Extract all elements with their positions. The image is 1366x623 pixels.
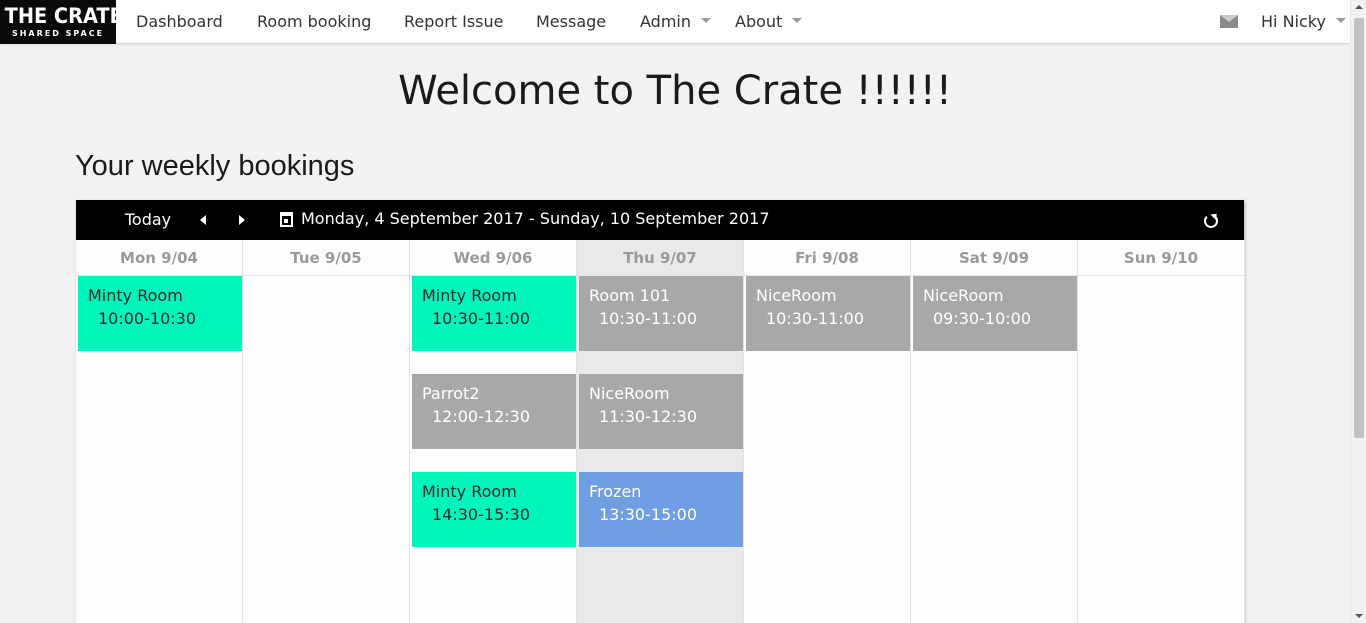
booking-event[interactable]: Frozen 13:30-15:00 (579, 472, 743, 547)
booking-room: NiceRoom (589, 384, 670, 403)
day-column-tue-9-05[interactable]: Tue 9/05 (243, 240, 410, 623)
booking-event[interactable]: NiceRoom 10:30-11:00 (746, 276, 910, 351)
scrollbar-thumb[interactable] (1354, 18, 1364, 438)
day-header: Fri 9/08 (744, 240, 910, 276)
user-menu-dropdown[interactable]: Hi Nicky (1261, 0, 1346, 44)
nav-report-issue[interactable]: Report Issue (404, 0, 504, 44)
date-range-label[interactable]: Monday, 4 September 2017 - Sunday, 10 Se… (301, 200, 770, 240)
nav-admin-dropdown[interactable]: Admin (640, 0, 711, 44)
booking-time: 12:00-12:30 (432, 407, 530, 426)
user-greeting: Hi Nicky (1261, 12, 1326, 31)
logo-subtitle: SHARED SPACE (11, 29, 105, 38)
booking-time: 11:30-12:30 (599, 407, 697, 426)
day-header: Sat 9/09 (911, 240, 1077, 276)
day-column-fri-9-08[interactable]: Fri 9/08 NiceRoom 10:30-11:00 (744, 240, 911, 623)
scroll-down-icon[interactable] (1355, 614, 1363, 618)
booking-event[interactable]: Minty Room 10:00-10:30 (78, 276, 242, 351)
booking-event[interactable]: NiceRoom 09:30-10:00 (913, 276, 1077, 351)
nav-dashboard[interactable]: Dashboard (136, 0, 223, 44)
booking-room: Minty Room (88, 286, 183, 305)
top-navbar: THE CRATE SHARED SPACE Dashboard Room bo… (0, 0, 1350, 44)
welcome-heading: Welcome to The Crate !!!!!! (398, 68, 952, 114)
nav-about-label: About (735, 12, 783, 31)
nav-about-dropdown[interactable]: About (735, 0, 803, 44)
day-column-wed-9-06[interactable]: Wed 9/06 Minty Room 10:30-11:00 Parrot2 12:0… (410, 240, 577, 623)
chevron-down-icon (701, 18, 711, 23)
day-header: Sun 9/10 (1078, 240, 1244, 276)
calendar-toolbar: Today Monday, 4 September 2017 - Sunday,… (76, 200, 1244, 240)
booking-room: NiceRoom (923, 286, 1004, 305)
booking-room: Room 101 (589, 286, 671, 305)
weekly-calendar: Today Monday, 4 September 2017 - Sunday,… (76, 200, 1245, 623)
booking-time: 10:30-11:00 (599, 309, 697, 328)
booking-event[interactable]: Minty Room 10:30-11:00 (412, 276, 576, 351)
booking-time: 10:00-10:30 (98, 309, 196, 328)
day-header: Mon 9/04 (76, 240, 242, 276)
next-week-icon[interactable] (239, 215, 245, 225)
booking-time: 10:30-11:00 (432, 309, 530, 328)
previous-week-icon[interactable] (200, 215, 206, 225)
day-column-sun-9-10[interactable]: Sun 9/10 (1078, 240, 1245, 623)
booking-time: 09:30-10:00 (933, 309, 1031, 328)
booking-room: Minty Room (422, 286, 517, 305)
booking-room: Frozen (589, 482, 642, 501)
envelope-icon[interactable] (1220, 15, 1238, 28)
booking-event[interactable]: NiceRoom 11:30-12:30 (579, 374, 743, 449)
day-column-thu-9-07[interactable]: Thu 9/07 Room 101 10:30-11:00 NiceRoom 11:30… (577, 240, 744, 623)
booking-event[interactable]: Minty Room 14:30-15:30 (412, 472, 576, 547)
today-button[interactable]: Today (116, 200, 180, 240)
booking-time: 14:30-15:30 (432, 505, 530, 524)
nav-room-booking[interactable]: Room booking (257, 0, 371, 44)
booking-room: Parrot2 (422, 384, 480, 403)
day-header: Wed 9/06 (410, 240, 576, 276)
booking-room: NiceRoom (756, 286, 837, 305)
booking-event[interactable]: Parrot2 12:00-12:30 (412, 374, 576, 449)
weekly-bookings-title: Your weekly bookings (75, 150, 355, 182)
day-column-sat-9-09[interactable]: Sat 9/09 NiceRoom 09:30-10:00 (911, 240, 1078, 623)
day-header: Thu 9/07 (577, 240, 743, 276)
booking-event[interactable]: Room 101 10:30-11:00 (579, 276, 743, 351)
booking-time: 13:30-15:00 (599, 505, 697, 524)
logo-title: THE CRATE (4, 4, 123, 28)
scroll-up-icon[interactable] (1355, 5, 1363, 9)
refresh-icon[interactable] (1204, 214, 1218, 228)
booking-time: 10:30-11:00 (766, 309, 864, 328)
booking-room: Minty Room (422, 482, 517, 501)
vertical-scrollbar[interactable] (1350, 0, 1366, 623)
day-column-mon-9-04[interactable]: Mon 9/04 Minty Room 10:00-10:30 (76, 240, 243, 623)
day-header: Tue 9/05 (243, 240, 409, 276)
nav-message[interactable]: Message (536, 0, 606, 44)
chevron-down-icon (1335, 18, 1346, 23)
chevron-down-icon (792, 18, 803, 23)
nav-admin-label: Admin (640, 12, 691, 31)
crate-logo[interactable]: THE CRATE SHARED SPACE (0, 0, 123, 44)
calendar-icon[interactable] (280, 212, 293, 227)
